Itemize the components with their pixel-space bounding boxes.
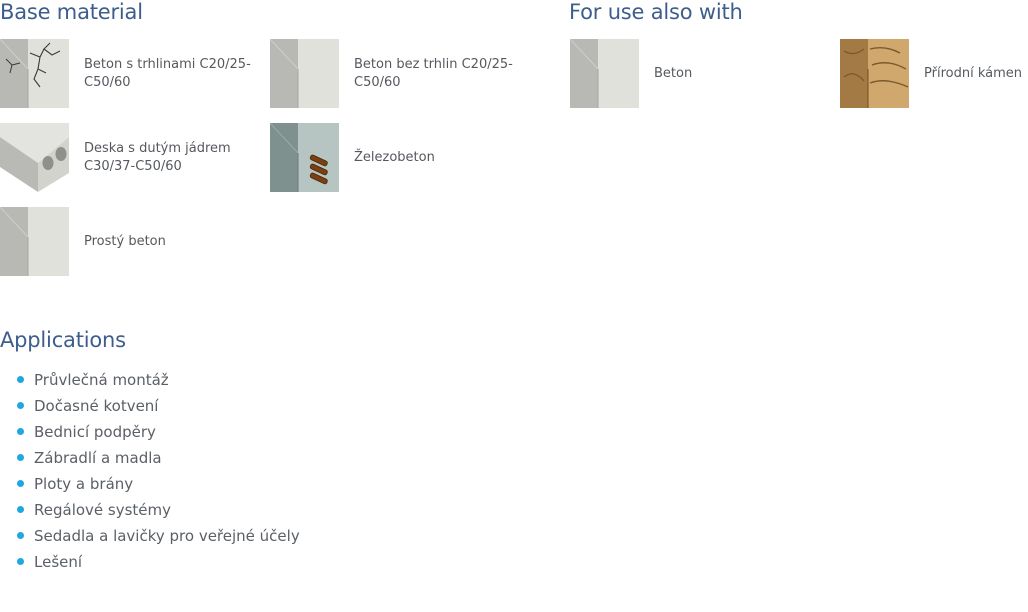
application-label: Sedadla a lavičky pro veřejné účely bbox=[34, 527, 300, 545]
plain-concrete-icon bbox=[0, 207, 69, 276]
base-material-item-cracked: Beton s trhlinami C20/25-C50/60 bbox=[0, 39, 280, 109]
bullet-icon bbox=[17, 506, 24, 513]
application-label: Bednicí podpěry bbox=[34, 423, 156, 441]
list-item: Bednicí podpěry bbox=[0, 420, 300, 446]
use-also-heading: For use also with bbox=[569, 0, 743, 24]
list-item: Sedadla a lavičky pro veřejné účely bbox=[0, 524, 300, 550]
bullet-icon bbox=[17, 532, 24, 539]
use-also-item-natural-stone: Přírodní kámen bbox=[840, 39, 1028, 109]
application-label: Ploty a brány bbox=[34, 475, 134, 493]
application-label: Průvlečná montáž bbox=[34, 371, 169, 389]
bullet-icon bbox=[17, 376, 24, 383]
material-label: Přírodní kámen bbox=[924, 66, 1022, 81]
bullet-icon bbox=[17, 402, 24, 409]
hollow-core-slab-icon bbox=[0, 123, 69, 192]
reinforced-concrete-icon bbox=[270, 123, 339, 192]
applications-heading: Applications bbox=[0, 328, 126, 352]
material-label: Deska s dutým jádrem C30/37-C50/60 bbox=[84, 141, 231, 174]
bullet-icon bbox=[17, 428, 24, 435]
material-label: Prostý beton bbox=[84, 234, 166, 249]
applications-list: Průvlečná montáž Dočasné kotvení Bednicí… bbox=[0, 368, 300, 576]
list-item: Dočasné kotvení bbox=[0, 394, 300, 420]
base-material-item-uncracked: Beton bez trhlin C20/25-C50/60 bbox=[270, 39, 550, 109]
list-item: Průvlečná montáž bbox=[0, 368, 300, 394]
cracked-concrete-icon bbox=[0, 39, 69, 108]
application-label: Zábradlí a madla bbox=[34, 449, 162, 467]
base-material-heading: Base material bbox=[0, 0, 143, 24]
list-item: Lešení bbox=[0, 550, 300, 576]
application-label: Lešení bbox=[34, 553, 83, 571]
base-material-item-hollow-core: Deska s dutým jádrem C30/37-C50/60 bbox=[0, 123, 280, 193]
material-label: Beton bez trhlin C20/25-C50/60 bbox=[354, 57, 513, 90]
base-material-item-plain: Prostý beton bbox=[0, 207, 280, 277]
bullet-icon bbox=[17, 454, 24, 461]
concrete-icon bbox=[570, 39, 639, 108]
material-label: Beton bbox=[654, 66, 693, 81]
application-label: Dočasné kotvení bbox=[34, 397, 159, 415]
list-item: Ploty a brány bbox=[0, 472, 300, 498]
application-label: Regálové systémy bbox=[34, 501, 172, 519]
uncracked-concrete-icon bbox=[270, 39, 339, 108]
material-label: Beton s trhlinami C20/25-C50/60 bbox=[84, 57, 251, 90]
bullet-icon bbox=[17, 480, 24, 487]
natural-stone-icon bbox=[840, 39, 909, 108]
bullet-icon bbox=[17, 558, 24, 565]
list-item: Regálové systémy bbox=[0, 498, 300, 524]
material-label: Železobeton bbox=[354, 150, 435, 165]
list-item: Zábradlí a madla bbox=[0, 446, 300, 472]
base-material-item-reinforced: Železobeton bbox=[270, 123, 550, 193]
use-also-item-concrete: Beton bbox=[570, 39, 850, 109]
